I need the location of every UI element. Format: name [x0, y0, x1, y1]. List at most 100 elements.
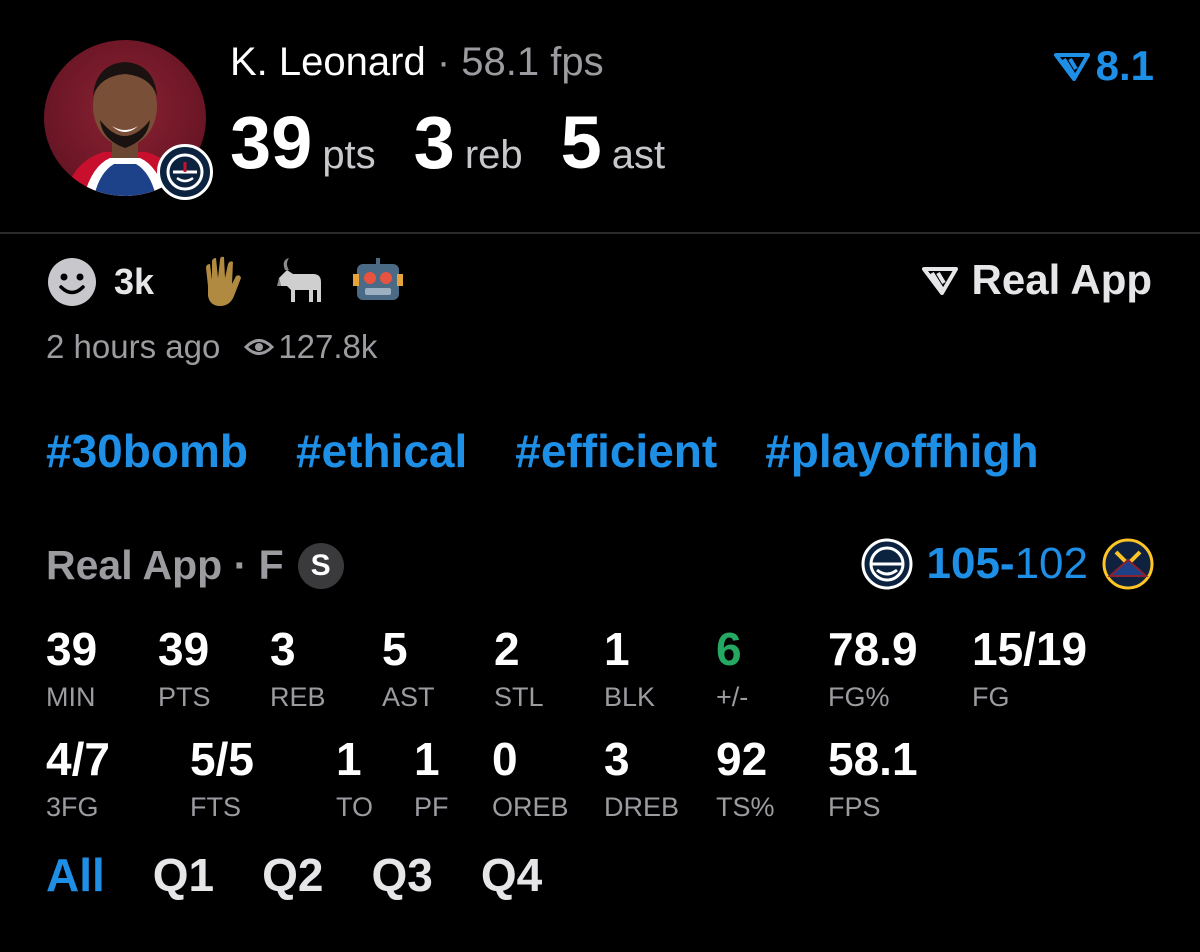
- stat-to: 1 TO: [336, 736, 373, 823]
- stat-plus-minus: 6 +/-: [716, 626, 748, 713]
- tab-q1[interactable]: Q1: [153, 848, 214, 902]
- stat-label: STL: [494, 682, 544, 712]
- hashtags: #30bomb #ethical #efficient #playoffhigh: [46, 424, 1087, 478]
- stat-value: 39: [158, 623, 210, 675]
- tab-q4[interactable]: Q4: [481, 848, 542, 902]
- stat-blk: 1 BLK: [604, 626, 655, 713]
- tag-efficient[interactable]: #efficient: [515, 424, 717, 478]
- stat-label: OREB: [492, 792, 569, 822]
- stat-3fg: 4/7 3FG: [46, 736, 110, 823]
- time-ago: 2 hours ago: [46, 328, 221, 365]
- tag-30bomb[interactable]: #30bomb: [46, 424, 248, 478]
- reactions-bar: 3k: [44, 254, 428, 310]
- robot-icon[interactable]: [350, 254, 406, 310]
- stat-label: 3FG: [46, 792, 99, 822]
- stat-value: 0: [492, 733, 518, 785]
- game-score[interactable]: 105 - 102: [861, 538, 1155, 590]
- name-separator: ·: [436, 40, 451, 84]
- raised-hand-icon[interactable]: [194, 254, 250, 310]
- post-meta: 2 hours ago 127.8k: [46, 328, 377, 366]
- stat-value: 1: [604, 623, 630, 675]
- eye-icon: [244, 339, 275, 355]
- stat-fts: 5/5 FTS: [190, 736, 254, 823]
- stat-value: 58.1: [828, 733, 918, 785]
- goat-icon[interactable]: [272, 254, 328, 310]
- stat-value: 39: [46, 623, 98, 675]
- real-logo-icon: [921, 267, 958, 295]
- player-name-line: K. Leonard · 58.1 fps: [230, 40, 604, 85]
- stat-value: 1: [414, 733, 440, 785]
- stat-stl: 2 STL: [494, 626, 544, 713]
- stat-label: TS%: [716, 792, 775, 822]
- stat-value: 5: [382, 623, 408, 675]
- header-divider: [0, 232, 1200, 234]
- stat-reb: 3 REB: [270, 626, 326, 713]
- stat-label: PTS: [158, 682, 211, 712]
- tag-ethical[interactable]: #ethical: [296, 424, 467, 478]
- stat-value: 78.9: [828, 623, 918, 675]
- points-unit: pts: [322, 133, 376, 177]
- stat-value: 92: [716, 733, 768, 785]
- tag-playoffhigh[interactable]: #playoffhigh: [765, 424, 1038, 478]
- stat-label: TO: [336, 792, 374, 822]
- nuggets-logo-icon: [1102, 538, 1154, 590]
- player-fps: 58.1 fps: [461, 40, 604, 84]
- reaction-count: 3k: [114, 261, 155, 302]
- player-rating[interactable]: 8.1: [1053, 42, 1154, 90]
- stat-label: AST: [382, 682, 435, 712]
- assists-value: 5: [560, 101, 602, 184]
- stat-oreb: 0 OREB: [492, 736, 569, 823]
- stat-ast: 5 AST: [382, 626, 435, 713]
- real-logo-icon: [1053, 53, 1090, 81]
- clippers-logo-icon: [861, 538, 912, 590]
- status-badge: S: [297, 542, 344, 589]
- score-dash: -: [999, 539, 1015, 588]
- real-app-label: Real App: [971, 256, 1152, 303]
- stat-label: FPS: [828, 792, 881, 822]
- stat-label: BLK: [604, 682, 656, 712]
- smiley-icon[interactable]: [44, 254, 100, 310]
- stat-fps: 58.1 FPS: [828, 736, 918, 823]
- stat-label: PF: [414, 792, 449, 822]
- stat-value: 4/7: [46, 733, 110, 785]
- stat-value: 15/19: [972, 623, 1088, 675]
- team-logo-badge: [157, 144, 213, 200]
- tab-q3[interactable]: Q3: [372, 848, 433, 902]
- game-source: Real App · F S: [46, 542, 344, 589]
- stat-value: 5/5: [190, 733, 254, 785]
- headline-stats: 39 pts 3 reb 5 ast: [230, 100, 703, 185]
- stat-value: 6: [716, 623, 742, 675]
- stat-pts: 39 PTS: [158, 626, 211, 713]
- stat-label: FG%: [828, 682, 890, 712]
- rating-value: 8.1: [1095, 42, 1154, 89]
- stat-label: MIN: [46, 682, 96, 712]
- stat-ts-pct: 92 TS%: [716, 736, 775, 823]
- tab-q2[interactable]: Q2: [262, 848, 323, 902]
- clippers-logo-icon: [166, 153, 204, 191]
- stat-label: +/-: [716, 682, 749, 712]
- view-count: 127.8k: [278, 328, 378, 365]
- stat-min: 39 MIN: [46, 626, 97, 713]
- points-value: 39: [230, 101, 313, 184]
- stat-label: REB: [270, 682, 326, 712]
- stat-label: FG: [972, 682, 1010, 712]
- game-source-label: Real App · F: [46, 542, 284, 588]
- stat-label: DREB: [604, 792, 680, 822]
- player-name[interactable]: K. Leonard: [230, 40, 426, 84]
- stat-value: 3: [604, 733, 630, 785]
- stat-fg: 15/19 FG: [972, 626, 1087, 713]
- stat-value: 1: [336, 733, 362, 785]
- stat-value: 3: [270, 623, 296, 675]
- stat-pf: 1 PF: [414, 736, 449, 823]
- quarter-tabs: All Q1 Q2 Q3 Q4: [46, 848, 590, 902]
- stat-fg-pct: 78.9 FG%: [828, 626, 918, 713]
- rebounds-value: 3: [413, 101, 455, 184]
- home-score: 105: [926, 539, 1000, 588]
- assists-unit: ast: [611, 133, 666, 177]
- real-app-link[interactable]: Real App: [921, 256, 1152, 304]
- stat-value: 2: [494, 623, 520, 675]
- rebounds-unit: reb: [464, 133, 523, 177]
- tab-all[interactable]: All: [46, 848, 105, 902]
- away-score: 102: [1014, 539, 1088, 588]
- stat-label: FTS: [190, 792, 241, 822]
